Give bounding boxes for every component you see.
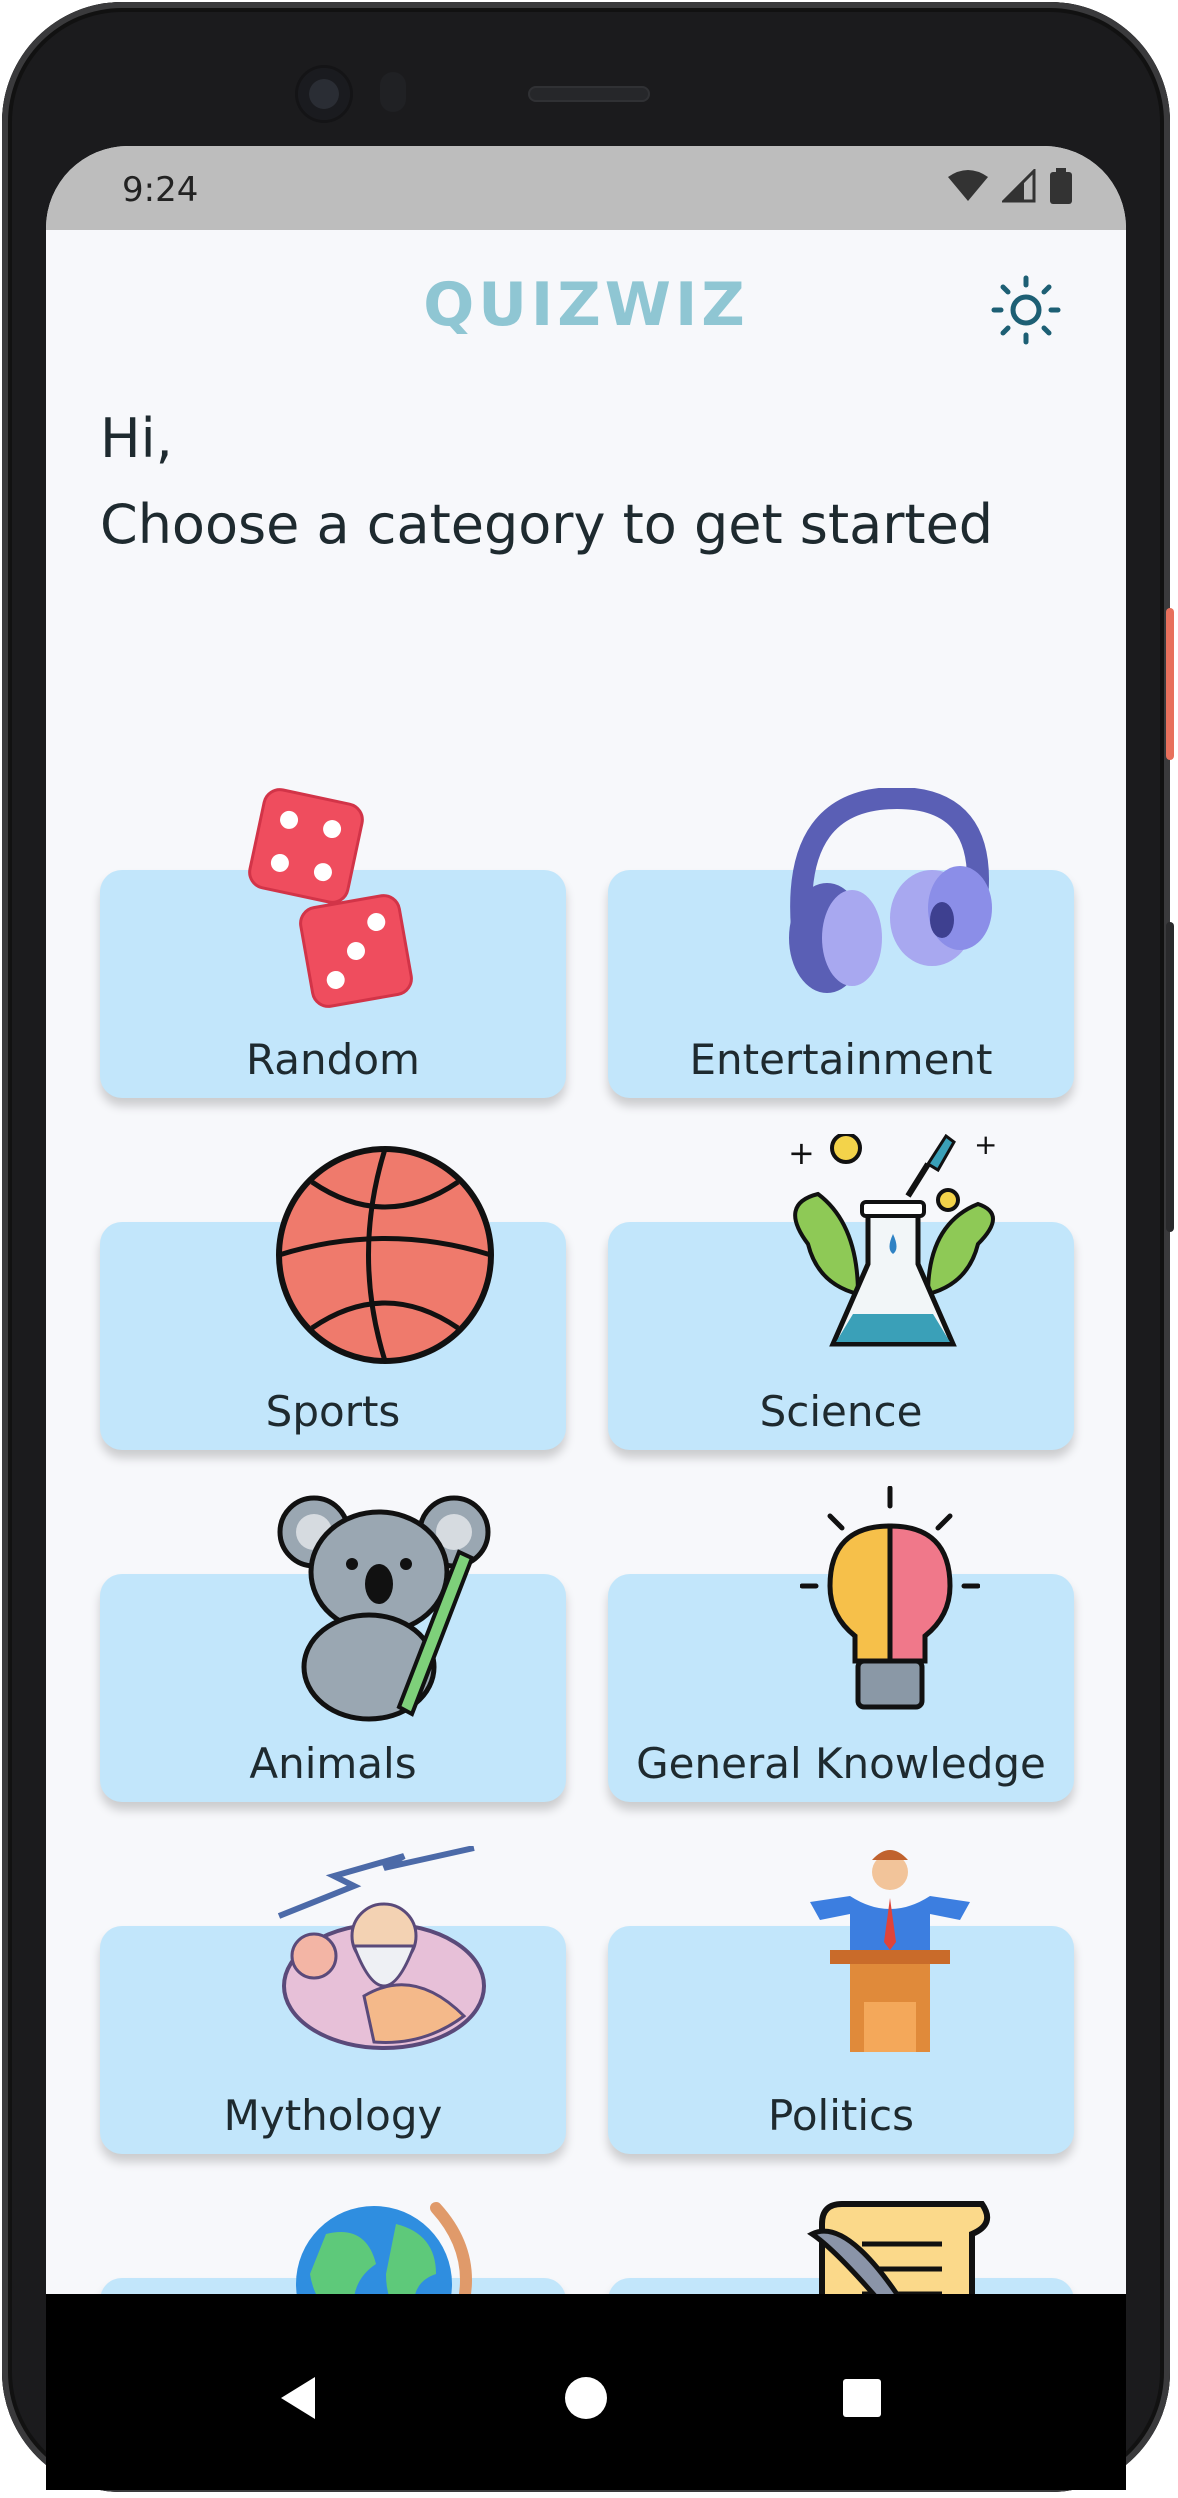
- app-logo: QUIZWIZ: [423, 270, 749, 340]
- category-label: Entertainment: [689, 1035, 993, 1084]
- recents-button[interactable]: [812, 2348, 912, 2448]
- navigation-bar: [46, 2294, 1126, 2490]
- basketball-icon: [276, 1146, 494, 1364]
- podium-icon: [810, 1850, 970, 2052]
- category-label: Science: [759, 1387, 923, 1436]
- status-icons: [948, 168, 1072, 204]
- back-icon: [281, 2377, 315, 2419]
- category-label: Mythology: [223, 2091, 443, 2140]
- sun-icon: [991, 275, 1061, 345]
- zeus-icon: [277, 1846, 486, 2050]
- wifi-icon: [948, 170, 988, 201]
- category-label: Animals: [249, 1739, 417, 1788]
- signal-icon: [1002, 169, 1036, 203]
- category-label: Random: [246, 1035, 420, 1084]
- category-label: General Knowledge: [636, 1739, 1046, 1788]
- screen: 9:24 QUIZWIZ Hi, Choose a category to ge…: [46, 146, 1126, 2436]
- lightbulb-brain-icon: [800, 1486, 980, 1710]
- proximity-sensor: [380, 72, 406, 112]
- back-button[interactable]: [250, 2348, 350, 2448]
- power-button: [1166, 608, 1174, 760]
- recents-icon: [843, 2379, 881, 2417]
- subtitle-text: Choose a category to get started: [100, 493, 994, 556]
- headphones-icon: [789, 788, 992, 993]
- theme-toggle-button[interactable]: [986, 270, 1066, 350]
- app-bar: QUIZWIZ: [46, 230, 1126, 370]
- status-time: 9:24: [122, 170, 199, 210]
- svg-text:+: +: [974, 1134, 997, 1161]
- status-bar: 9:24: [46, 146, 1126, 230]
- battery-icon: [1050, 168, 1072, 204]
- greeting-text: Hi,: [100, 407, 173, 470]
- home-button[interactable]: [536, 2348, 636, 2448]
- category-label: Sports: [265, 1387, 401, 1436]
- flask-icon: + +: [788, 1134, 997, 1347]
- dice-icon: [248, 788, 413, 1008]
- koala-icon: [277, 1495, 491, 1722]
- home-icon: [565, 2377, 607, 2419]
- volume-button: [1166, 922, 1174, 1232]
- category-label: Politics: [768, 2091, 914, 2140]
- earpiece-speaker: [528, 86, 650, 102]
- front-camera: [298, 68, 350, 120]
- svg-text:+: +: [788, 1134, 815, 1172]
